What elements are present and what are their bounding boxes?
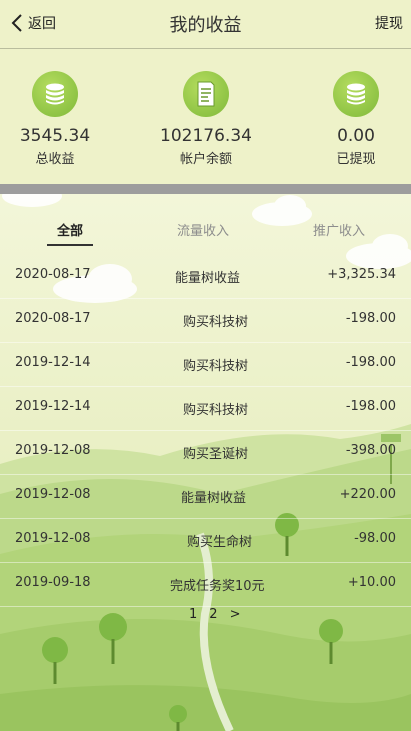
- page-title: 我的收益: [169, 15, 242, 36]
- record-amount: -198.00: [345, 311, 396, 326]
- record-amount: -198.00: [345, 399, 396, 414]
- table-row: 2019-12-14 购买科技树 -198.00: [0, 342, 411, 387]
- coin-stack-icon: [32, 71, 78, 117]
- stat-label: 已提现: [336, 152, 376, 167]
- record-date: 2019-12-08: [15, 531, 91, 546]
- pagination: 1 2 >: [189, 607, 240, 622]
- record-date: 2020-08-17: [15, 311, 91, 326]
- record-description: 购买生命树: [187, 535, 253, 550]
- tab-all[interactable]: 全部: [57, 220, 83, 239]
- record-amount: +220.00: [339, 487, 396, 502]
- record-date: 2019-12-14: [15, 399, 91, 414]
- record-description: 完成任务奖10元: [170, 579, 265, 594]
- page-2-link[interactable]: 2: [209, 607, 217, 622]
- record-amount: +10.00: [347, 575, 396, 590]
- record-date: 2019-12-08: [15, 443, 91, 458]
- section-divider: [0, 184, 411, 194]
- stat-value: 3545.34: [19, 126, 91, 146]
- active-tab-indicator: [47, 244, 93, 246]
- tab-promotion-income[interactable]: 推广收入: [313, 220, 365, 239]
- record-description: 购买科技树: [183, 403, 249, 418]
- coin-stack-icon: [333, 71, 379, 117]
- stat-withdrawn: 0.00 已提现: [296, 71, 411, 167]
- income-tabs: 全部 流量收入 推广收入: [0, 210, 411, 250]
- record-description: 购买圣诞树: [183, 447, 249, 462]
- stat-total-earnings: 3545.34 总收益: [0, 71, 115, 167]
- top-bar: 返回 我的收益 提现: [0, 0, 411, 49]
- record-amount: +3,325.34: [327, 267, 396, 282]
- receipt-icon: [183, 71, 229, 117]
- record-description: 购买科技树: [183, 359, 249, 374]
- record-date: 2020-08-17: [15, 267, 91, 282]
- record-description: 能量树收益: [175, 271, 241, 286]
- page-1-link[interactable]: 1: [189, 607, 197, 622]
- record-date: 2019-12-08: [15, 487, 91, 502]
- table-row: 2020-08-17 能量树收益 +3,325.34: [0, 254, 411, 299]
- table-row: 2019-12-08 购买圣诞树 -398.00: [0, 430, 411, 475]
- stat-account-balance: 102176.34 帐户余额: [146, 71, 266, 167]
- table-row: 2019-12-08 能量树收益 +220.00: [0, 474, 411, 519]
- table-row: 2019-12-14 购买科技树 -198.00: [0, 386, 411, 431]
- stat-label: 总收益: [35, 152, 75, 167]
- table-row: 2020-08-17 购买科技树 -198.00: [0, 298, 411, 343]
- stat-label: 帐户余额: [179, 152, 232, 167]
- record-date: 2019-09-18: [15, 575, 91, 590]
- record-amount: -398.00: [345, 443, 396, 458]
- record-description: 购买科技树: [183, 315, 249, 330]
- next-page-link[interactable]: >: [230, 607, 241, 622]
- earnings-summary: 3545.34 总收益 102176.34 帐户余额 0.00 已提现: [0, 49, 411, 184]
- table-row: 2019-09-18 完成任务奖10元 +10.00: [0, 562, 411, 607]
- withdraw-button[interactable]: 提现: [375, 13, 403, 33]
- tab-traffic-income[interactable]: 流量收入: [177, 220, 229, 239]
- record-amount: -98.00: [354, 531, 396, 546]
- record-description: 能量树收益: [181, 491, 247, 506]
- stat-value: 0.00: [337, 126, 375, 146]
- stat-value: 102176.34: [160, 126, 252, 146]
- record-amount: -198.00: [345, 355, 396, 370]
- record-date: 2019-12-14: [15, 355, 91, 370]
- table-row: 2019-12-08 购买生命树 -98.00: [0, 518, 411, 563]
